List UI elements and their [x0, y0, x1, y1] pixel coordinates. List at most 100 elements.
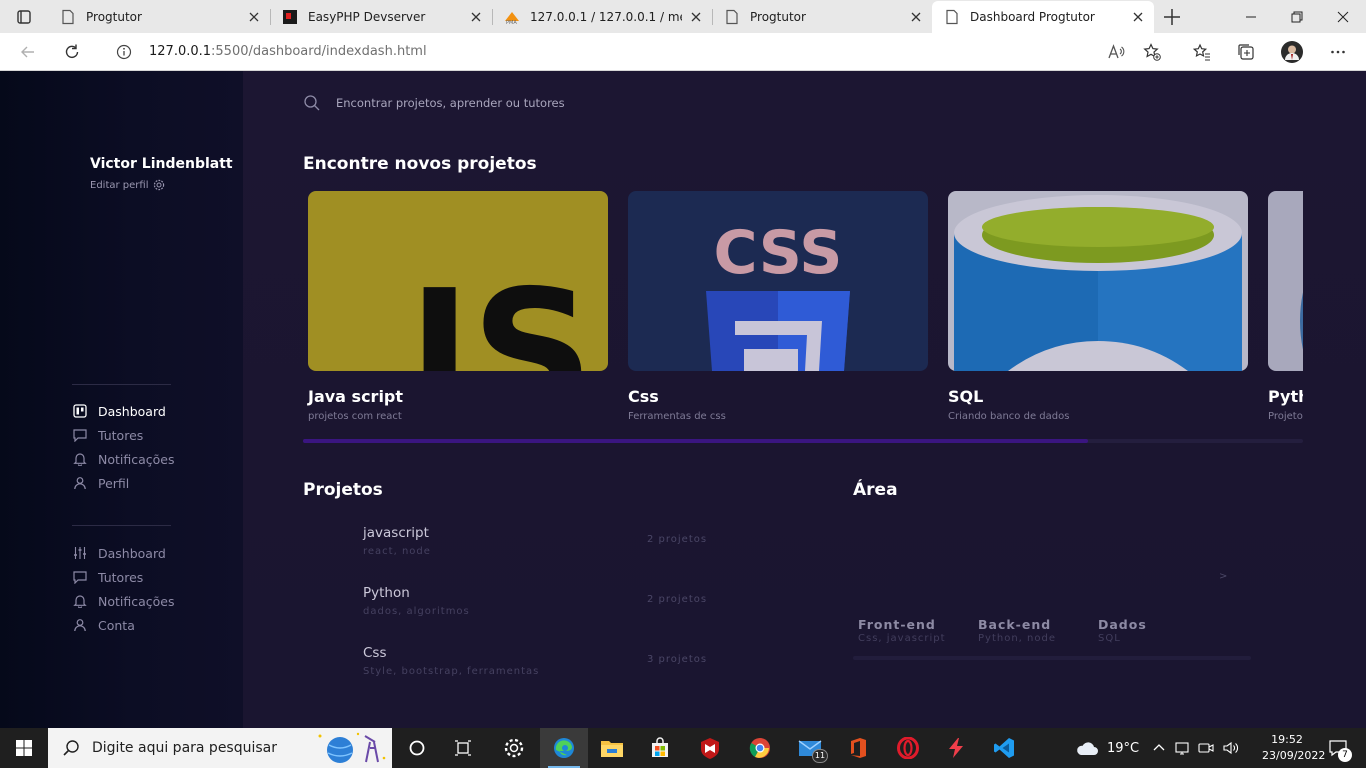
search-input[interactable] [336, 96, 736, 110]
read-aloud-icon [1108, 44, 1125, 59]
browser-tab-5-active[interactable]: Dashboard Progtutor [932, 1, 1154, 33]
settings-more-button[interactable] [1326, 40, 1350, 64]
taskbar-edge-app[interactable] [540, 728, 588, 768]
profile-avatar-button[interactable] [1280, 40, 1304, 64]
sidebar-item-dashboard-2[interactable]: Dashboard [72, 544, 166, 562]
project-card-javascript[interactable]: JS Java script projetos com react [308, 191, 608, 422]
taskbar-chrome-app[interactable] [736, 728, 784, 768]
project-row[interactable]: Css Style, bootstrap, ferramentas 3 proj… [363, 645, 783, 685]
easyphp-icon [283, 9, 297, 24]
close-window-button[interactable] [1320, 0, 1366, 33]
address-bar[interactable]: 127.0.0.1:5500/dashboard/indexdash.html [100, 37, 1170, 67]
close-tab-icon[interactable] [468, 9, 484, 25]
card-subtitle: Ferramentas de css [628, 411, 726, 422]
edit-profile-link[interactable]: Editar perfil [90, 179, 165, 191]
sidebar-item-notificacoes[interactable]: Notificações [72, 450, 175, 468]
taskbar-mcafee-app[interactable] [686, 728, 734, 768]
area-scrollbar[interactable] [853, 656, 1251, 660]
favorites-button[interactable] [1190, 40, 1214, 64]
area-tags: SQL [1098, 633, 1121, 644]
new-tab-button[interactable] [1160, 5, 1184, 29]
restore-button[interactable] [1274, 0, 1320, 33]
close-tab-icon[interactable] [246, 9, 262, 25]
vscode-icon [994, 738, 1014, 758]
gear-icon [504, 738, 524, 758]
taskbar-search-box[interactable] [48, 728, 392, 768]
page-icon [726, 9, 738, 24]
sidebar-item-dashboard[interactable]: Dashboard [72, 402, 166, 420]
tab-label: 127.0.0.1 / 127.0.0.1 / meusite [530, 9, 682, 24]
task-view-button[interactable] [440, 728, 486, 768]
volume-tray-button[interactable] [1220, 728, 1242, 768]
sidebar-item-notificacoes-2[interactable]: Notificações [72, 592, 175, 610]
js-logo-text: JS [398, 254, 594, 371]
close-tab-icon[interactable] [688, 9, 704, 25]
speaker-icon [1223, 741, 1238, 755]
taskbar-store-app[interactable] [636, 728, 684, 768]
add-favorite-button[interactable] [1140, 40, 1164, 64]
browser-tab-4[interactable]: Progtutor [712, 0, 932, 33]
taskbar-mail-app[interactable]: 11 [786, 728, 834, 768]
arrow-left-icon [21, 46, 34, 58]
taskbar: 11 19°C 19:52 23/09/2022 7 [0, 728, 1366, 768]
sidebar-item-tutores[interactable]: Tutores [72, 426, 143, 444]
sidebar-item-tutores-2[interactable]: Tutores [72, 568, 143, 586]
close-tab-icon[interactable] [1130, 9, 1146, 25]
network-tray-icon-button[interactable] [1172, 728, 1192, 768]
browser-tab-2[interactable]: EasyPHP Devserver [270, 0, 492, 33]
taskbar-office-app[interactable] [834, 728, 882, 768]
sidebar-item-perfil[interactable]: Perfil [72, 474, 129, 492]
area-next-arrow[interactable]: > [1219, 571, 1227, 582]
sliders-icon [72, 545, 88, 561]
temperature-label[interactable]: 19°C [1107, 741, 1139, 756]
taskbar-explorer-app[interactable] [588, 728, 636, 768]
carousel-scrollbar-thumb[interactable] [303, 439, 1088, 443]
project-name: javascript [363, 525, 429, 541]
chevron-up-icon [1153, 744, 1165, 751]
minimize-button[interactable] [1228, 0, 1274, 33]
meet-now-tray-button[interactable] [1196, 728, 1216, 768]
project-row[interactable]: Python dados, algoritmos 2 projetos [363, 585, 783, 625]
user-icon [72, 475, 88, 491]
project-count: 3 projetos [647, 654, 708, 665]
collections-button[interactable] [1234, 40, 1258, 64]
taskbar-vscode-app[interactable] [980, 728, 1028, 768]
chrome-icon [749, 738, 770, 758]
notification-center-button[interactable]: 7 [1318, 728, 1358, 768]
tab-actions-button[interactable] [8, 5, 40, 29]
weather-widget[interactable] [1072, 728, 1102, 768]
project-card-sql[interactable]: SQL Criando banco de dados [948, 191, 1248, 422]
start-button[interactable] [0, 728, 48, 768]
browser-tab-1[interactable]: Progtutor [48, 0, 270, 33]
read-aloud-button[interactable] [1104, 40, 1128, 64]
info-icon[interactable] [116, 44, 132, 60]
sidebar-item-conta[interactable]: Conta [72, 616, 135, 634]
project-card-css[interactable]: CSS Css Ferramentas de css [628, 191, 928, 422]
carousel-scrollbar[interactable] [303, 439, 1303, 443]
taskbar-clock[interactable]: 19:52 23/09/2022 [1262, 732, 1325, 764]
show-hidden-icons-button[interactable] [1150, 728, 1168, 768]
project-card-python[interactable]: Python Projetos [1268, 191, 1303, 422]
url-path: :5500/dashboard/indexdash.html [211, 44, 427, 59]
area-title: Área [853, 480, 898, 500]
office-icon [851, 738, 866, 758]
taskbar-search-input[interactable] [92, 740, 322, 756]
close-tab-icon[interactable] [908, 9, 924, 25]
camera-icon [1198, 743, 1214, 753]
refresh-button[interactable] [60, 40, 84, 64]
taskbar-opera-app[interactable] [884, 728, 932, 768]
bell-icon [72, 593, 88, 609]
project-carousel: JS Java script projetos com react CSS Cs… [303, 186, 1303, 426]
area-category-frontend[interactable]: Front-end Css, javascript [858, 617, 946, 644]
area-category-backend[interactable]: Back-end Python, node [978, 617, 1056, 644]
area-category-dados[interactable]: Dados SQL [1098, 617, 1147, 644]
browser-tab-3[interactable]: PMA 127.0.0.1 / 127.0.0.1 / meusite [492, 0, 712, 33]
taskbar-flash-app[interactable] [932, 728, 980, 768]
close-icon [1337, 11, 1349, 22]
cortana-button[interactable] [394, 728, 440, 768]
project-row[interactable]: javascript react, node 2 projetos [363, 525, 783, 565]
back-button[interactable] [16, 40, 40, 64]
sidebar-item-label: Dashboard [98, 545, 166, 561]
projects-title: Projetos [303, 480, 383, 500]
taskbar-settings-app[interactable] [490, 728, 538, 768]
